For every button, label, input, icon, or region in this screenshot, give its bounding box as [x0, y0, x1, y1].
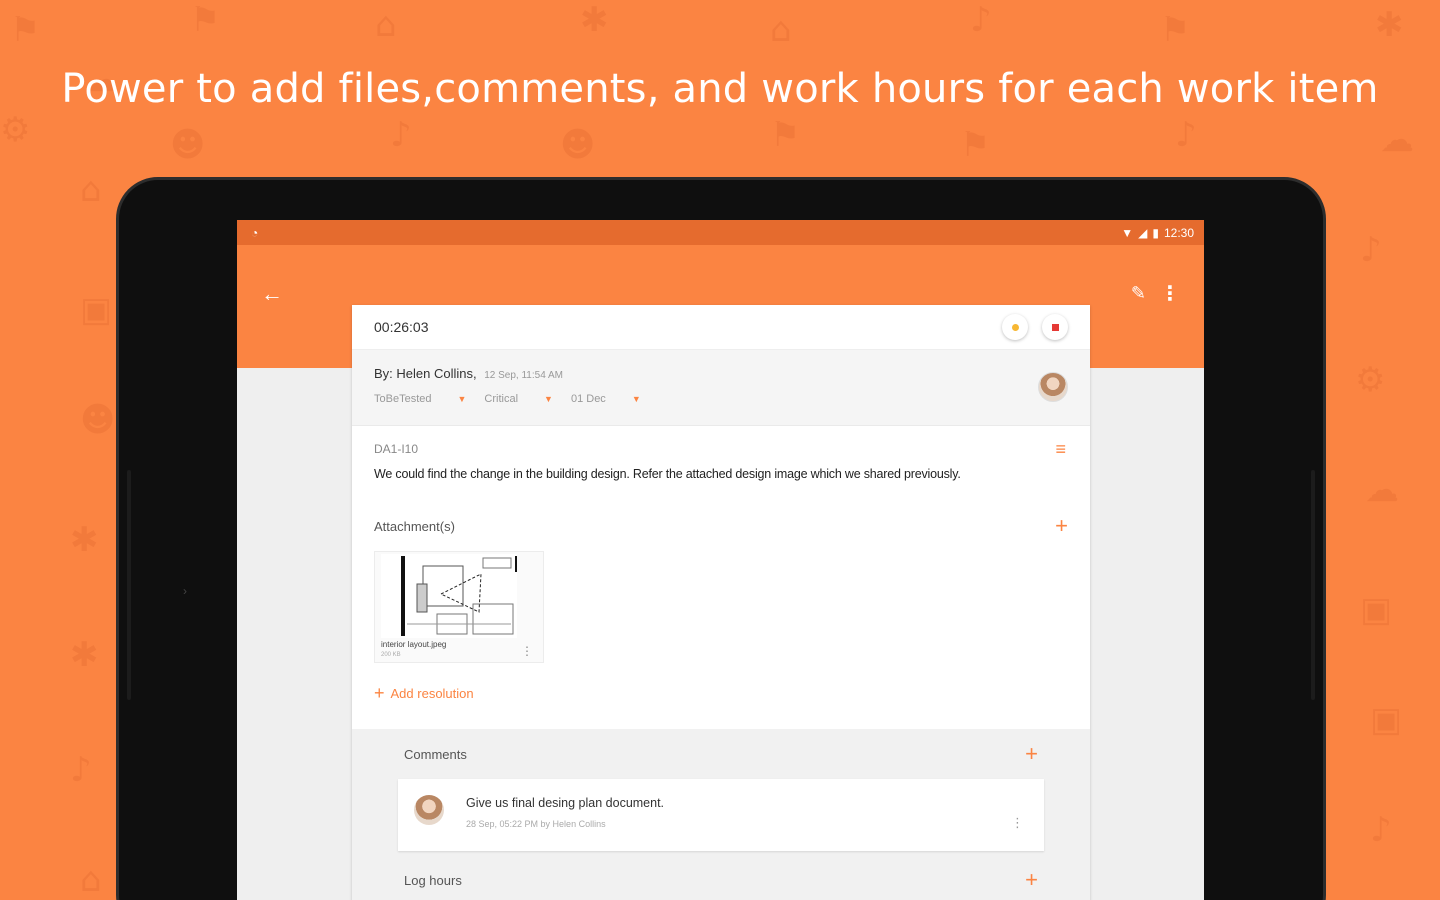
status-bar: ◔ ▼ ◢ ▮ 12:30	[237, 220, 1204, 245]
priority-dropdown[interactable]: Critical ▼	[484, 393, 553, 405]
comment-meta: 28 Sep, 05:22 PM by Helen Collins	[466, 819, 606, 829]
stop-timer-button[interactable]	[1042, 314, 1068, 340]
status-dropdown[interactable]: ToBeTested ▼	[374, 393, 466, 405]
status-time: 12:30	[1163, 225, 1194, 240]
add-resolution-label: Add resolution	[390, 686, 474, 701]
task-author: By: Helen Collins,	[374, 366, 477, 381]
task-created-time: 12 Sep, 11:54 AM	[484, 370, 563, 381]
camera-icon: ›	[183, 584, 187, 598]
tablet-side-edge-left	[127, 470, 131, 700]
add-attachment-button[interactable]: +	[1055, 515, 1068, 537]
chevron-down-icon: ▼	[457, 394, 467, 404]
app-screen: ◔ ▼ ◢ ▮ 12:30 ← ✎ ⋮ 00:26:03 By: Helen C…	[237, 220, 1204, 900]
wifi-icon: ▼	[1121, 225, 1134, 240]
attachment-size: 200 KB	[381, 652, 401, 658]
pencil-icon[interactable]: ✎	[1131, 283, 1146, 304]
attachments-header: Attachment(s) +	[374, 515, 1068, 537]
battery-icon: ▮	[1152, 225, 1159, 240]
play-icon	[1011, 323, 1019, 331]
add-log-hours-button[interactable]: +	[1025, 869, 1038, 891]
stop-icon	[1051, 323, 1059, 331]
add-comment-button[interactable]: +	[1025, 743, 1038, 765]
timer-controls	[1002, 314, 1068, 340]
task-dropdowns: ToBeTested ▼ Critical ▼ 01 Dec ▼	[374, 393, 1068, 405]
start-timer-button[interactable]	[1002, 314, 1028, 340]
comment-more-icon[interactable]: ⋮	[1011, 815, 1024, 831]
attachments-label: Attachment(s)	[374, 518, 455, 534]
task-id: DA1-I10	[374, 442, 419, 456]
comment-text: Give us final desing plan document.	[466, 796, 665, 810]
more-vert-icon[interactable]: ⋮	[1160, 281, 1180, 306]
signal-icon: ◢	[1138, 225, 1148, 240]
status-value: ToBeTested	[374, 393, 432, 405]
arrow-left-icon[interactable]: ←	[261, 281, 283, 307]
task-author-line: By: Helen Collins, 12 Sep, 11:54 AM	[374, 366, 1068, 381]
priority-value: Critical	[484, 393, 519, 405]
chevron-down-icon: ▼	[631, 394, 641, 404]
notification-icon: ◔	[251, 225, 259, 240]
add-resolution-button[interactable]: + Add resolution	[374, 683, 1068, 704]
chevron-down-icon: ▼	[544, 394, 553, 404]
comments-label: Comments	[404, 746, 467, 762]
task-detail-card: 00:26:03 By: Helen Collins, 12 Sep, 11:5…	[352, 305, 1090, 900]
tablet-side-edge-right	[1311, 470, 1315, 700]
attachment-more-icon[interactable]: ⋮	[521, 644, 533, 658]
avatar[interactable]	[1038, 372, 1068, 402]
comments-header: Comments +	[404, 743, 1038, 765]
due-date-value: 01 Dec	[570, 393, 606, 405]
menu-icon[interactable]: ≡	[1055, 440, 1066, 458]
log-hours-label: Log hours	[404, 872, 462, 888]
plus-icon: +	[374, 683, 385, 703]
floor-plan-image	[381, 554, 517, 638]
due-date-dropdown[interactable]: 01 Dec ▼	[571, 393, 641, 405]
headline: Power to add files,comments, and work ho…	[61, 66, 1379, 112]
timer-row: 00:26:03	[352, 305, 1090, 350]
log-hours-header: Log hours +	[404, 869, 1038, 891]
task-meta: By: Helen Collins, 12 Sep, 11:54 AM ToBe…	[352, 350, 1090, 426]
task-description: We could find the change in the building…	[374, 467, 961, 481]
attachment-name: interior layout.jpeg	[381, 640, 447, 649]
comment-item[interactable]: Give us final desing plan document. 28 S…	[398, 779, 1044, 851]
attachment-thumbnail[interactable]: interior layout.jpeg 200 KB ⋮	[374, 551, 544, 663]
avatar	[414, 795, 444, 825]
task-body: DA1-I10 ≡ We could find the change in th…	[352, 426, 1090, 704]
lower-sections: Comments + Give us final desing plan doc…	[352, 729, 1090, 900]
timer-display: 00:26:03	[374, 319, 429, 335]
